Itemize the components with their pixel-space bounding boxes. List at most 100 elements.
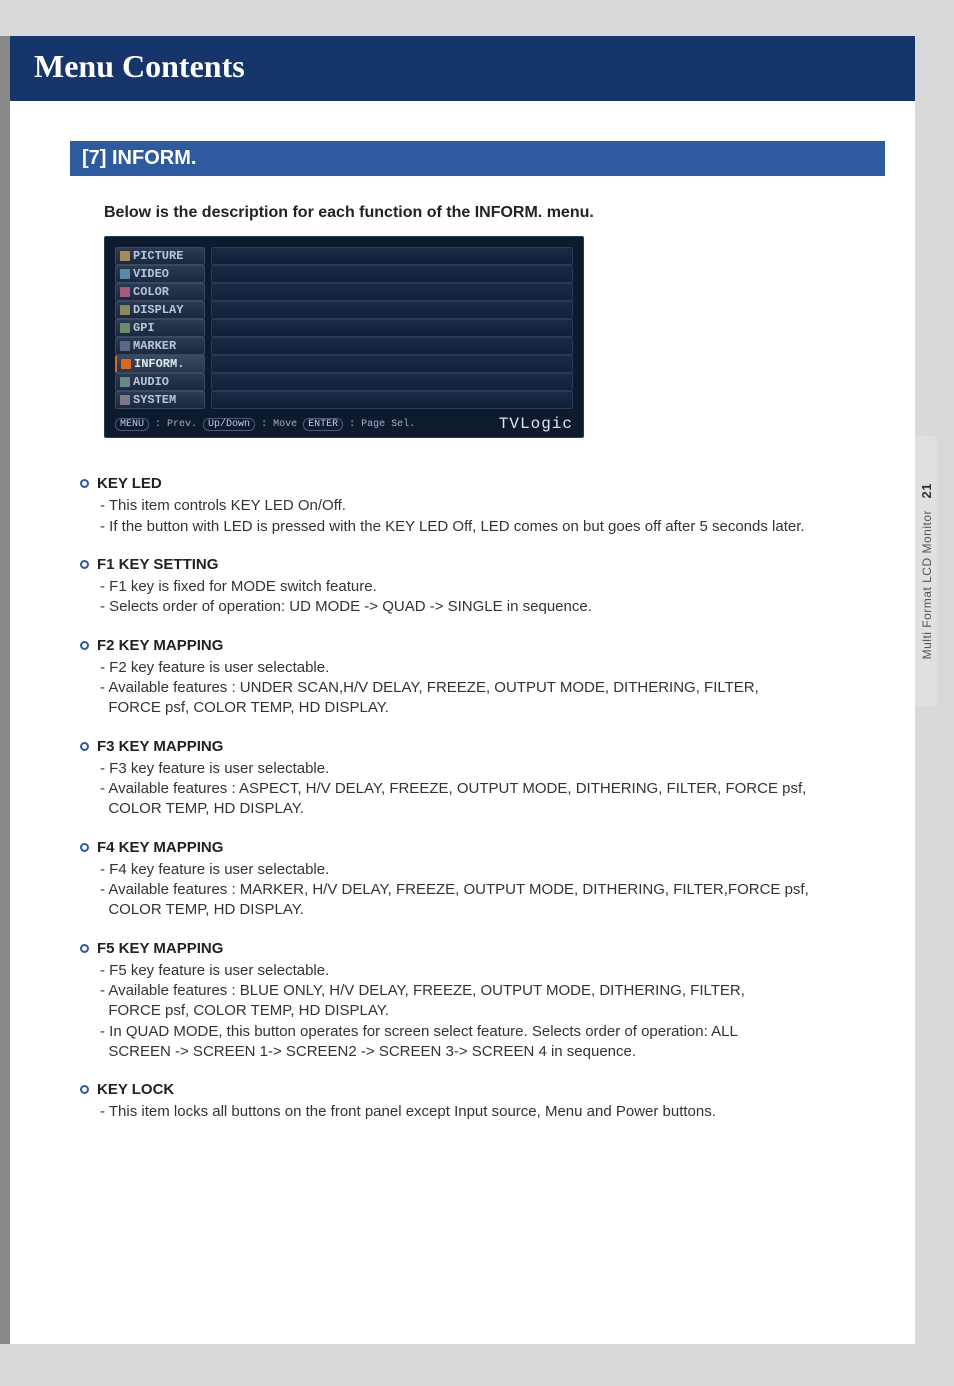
osd-menu-value-slot (211, 283, 573, 301)
osd-menu-tab: COLOR (115, 283, 205, 301)
item-line: - Available features : BLUE ONLY, H/V DE… (100, 981, 885, 1001)
osd-menu-row: GPI (115, 319, 573, 337)
osd-menu-row: AUDIO (115, 373, 573, 391)
description-item: F5 KEY MAPPING- F5 key feature is user s… (80, 939, 885, 1063)
osd-menu-value-slot (211, 391, 573, 409)
osd-menu-tab-label: AUDIO (133, 375, 169, 389)
section-heading-bar: [7] INFORM. (70, 141, 885, 176)
osd-menu-tab-label: GPI (133, 321, 155, 335)
item-body: - F2 key feature is user selectable.- Av… (100, 658, 885, 719)
osd-menu-tab-label: MARKER (133, 339, 176, 353)
section-heading: [7] INFORM. (82, 147, 196, 169)
page-title: Menu Contents (34, 48, 245, 84)
item-line: - F4 key feature is user selectable. (100, 860, 885, 880)
osd-menu-row: VIDEO (115, 265, 573, 283)
item-title: F4 KEY MAPPING (97, 838, 223, 858)
osd-menu-row: INFORM. (115, 355, 573, 373)
item-line: - Available features : ASPECT, H/V DELAY… (100, 779, 885, 799)
side-tab-label: Multi Format LCD Monitor (920, 510, 934, 659)
item-head: KEY LED (80, 474, 885, 494)
osd-menu-tab: MARKER (115, 337, 205, 355)
item-body: - F3 key feature is user selectable.- Av… (100, 759, 885, 820)
side-tab-page: 21 (919, 483, 934, 498)
osd-menu-tab: DISPLAY (115, 301, 205, 319)
item-line: - If the button with LED is pressed with… (100, 517, 885, 537)
bullet-icon (80, 479, 89, 488)
item-line: FORCE psf, COLOR TEMP, HD DISPLAY. (100, 1001, 885, 1021)
item-line: - In QUAD MODE, this button operates for… (100, 1022, 885, 1042)
osd-menu-value-slot (211, 247, 573, 265)
osd-menu-row: MARKER (115, 337, 573, 355)
item-title: KEY LED (97, 474, 162, 494)
item-head: F3 KEY MAPPING (80, 737, 885, 757)
osd-menu-tab-icon (120, 341, 130, 351)
osd-menu-tab-icon (120, 377, 130, 387)
osd-menu-tab: VIDEO (115, 265, 205, 283)
osd-menu-value-slot (211, 319, 573, 337)
osd-brand: TVLogic (499, 415, 573, 433)
osd-menu-tab-icon (121, 359, 131, 369)
bullet-icon (80, 944, 89, 953)
osd-enter-pill-label: : Page Sel. (349, 419, 415, 430)
item-line: - F2 key feature is user selectable. (100, 658, 885, 678)
item-line: - F5 key feature is user selectable. (100, 961, 885, 981)
osd-menu-value-slot (211, 337, 573, 355)
item-line: - F3 key feature is user selectable. (100, 759, 885, 779)
item-line: - Selects order of operation: UD MODE ->… (100, 597, 885, 617)
item-head: F5 KEY MAPPING (80, 939, 885, 959)
osd-menu-value-slot (211, 265, 573, 283)
osd-menu-tab: AUDIO (115, 373, 205, 391)
description-item: F1 KEY SETTING- F1 key is fixed for MODE… (80, 555, 885, 618)
description-item: KEY LOCK- This item locks all buttons on… (80, 1080, 885, 1123)
osd-menu-screenshot: PICTURE VIDEO COLOR DISPLAY GPI MARKER INFORM.… (104, 236, 584, 438)
osd-footer: MENU : Prev. Up/Down : Move ENTER : Page… (115, 415, 573, 433)
item-body: - F5 key feature is user selectable.- Av… (100, 961, 885, 1062)
osd-menu-row: COLOR (115, 283, 573, 301)
item-body: - This item controls KEY LED On/Off.- If… (100, 496, 885, 537)
osd-menu-tab-label: DISPLAY (133, 303, 183, 317)
osd-menu-tab-icon (120, 269, 130, 279)
item-line: - Available features : UNDER SCAN,H/V DE… (100, 678, 885, 698)
osd-updown-pill: Up/Down (203, 418, 255, 431)
item-line: - This item controls KEY LED On/Off. (100, 496, 885, 516)
osd-menu-value-slot (211, 373, 573, 391)
item-line: SCREEN -> SCREEN 1-> SCREEN2 -> SCREEN 3… (100, 1042, 885, 1062)
bullet-icon (80, 742, 89, 751)
bullet-icon (80, 843, 89, 852)
item-line: COLOR TEMP, HD DISPLAY. (100, 900, 885, 920)
osd-menu-tab-icon (120, 251, 130, 261)
osd-menu-row: DISPLAY (115, 301, 573, 319)
page-title-bar: Menu Contents (10, 36, 915, 101)
item-body: - F1 key is fixed for MODE switch featur… (100, 577, 885, 618)
osd-menu-tab-label: VIDEO (133, 267, 169, 281)
description-item: F4 KEY MAPPING- F4 key feature is user s… (80, 838, 885, 921)
osd-menu-tab-label: SYSTEM (133, 393, 176, 407)
osd-menu-tab-label: PICTURE (133, 249, 183, 263)
manual-page: Menu Contents [7] INFORM. Below is the d… (0, 36, 915, 1344)
osd-menu-value-slot (211, 301, 573, 319)
bullet-icon (80, 641, 89, 650)
item-title: F3 KEY MAPPING (97, 737, 223, 757)
osd-menu-tab: PICTURE (115, 247, 205, 265)
osd-menu-tab-label: INFORM. (134, 357, 184, 371)
item-head: F1 KEY SETTING (80, 555, 885, 575)
osd-menu-pill-label: : Prev. (155, 419, 197, 430)
content-area: KEY LED- This item controls KEY LED On/O… (80, 474, 885, 1123)
item-line: - F1 key is fixed for MODE switch featur… (100, 577, 885, 597)
side-tab: Multi Format LCD Monitor 21 (915, 436, 937, 706)
osd-menu-list: PICTURE VIDEO COLOR DISPLAY GPI MARKER INFORM.… (115, 247, 573, 409)
item-title: F1 KEY SETTING (97, 555, 218, 575)
osd-menu-tab-icon (120, 305, 130, 315)
osd-menu-row: SYSTEM (115, 391, 573, 409)
item-title: KEY LOCK (97, 1080, 174, 1100)
osd-menu-tab: SYSTEM (115, 391, 205, 409)
item-body: - This item locks all buttons on the fro… (100, 1102, 885, 1122)
osd-menu-tab-label: COLOR (133, 285, 169, 299)
osd-menu-tab: INFORM. (115, 355, 205, 373)
item-line: - This item locks all buttons on the fro… (100, 1102, 885, 1122)
intro-text: Below is the description for each functi… (104, 204, 885, 222)
item-head: F2 KEY MAPPING (80, 636, 885, 656)
bullet-icon (80, 560, 89, 569)
osd-menu-tab: GPI (115, 319, 205, 337)
bullet-icon (80, 1085, 89, 1094)
